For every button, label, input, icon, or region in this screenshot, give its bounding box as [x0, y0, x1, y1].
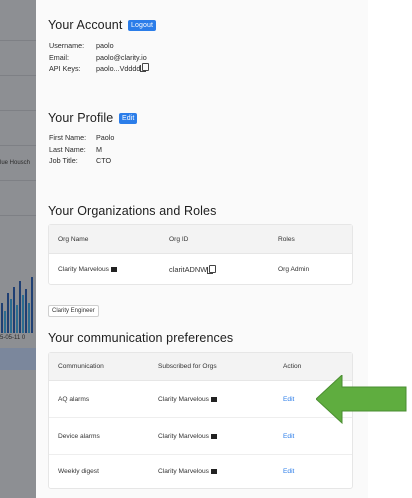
table-row: Weekly digest Clarity Marvelous Edit [49, 455, 352, 488]
green-arrow-icon [316, 375, 407, 425]
background-label: lue Housch [0, 160, 31, 166]
orgs-table: Org Name Org ID Roles Clarity Marvelous … [48, 224, 353, 285]
edit-weekly-digest-link[interactable]: Edit [274, 455, 352, 488]
flag-icon [210, 396, 217, 402]
orgs-title: Your Organizations and Roles [48, 204, 217, 218]
table-row: Device alarms Clarity Marvelous Edit [49, 418, 352, 455]
comm-title: Your communication preferences [48, 331, 234, 345]
flag-icon [210, 469, 217, 474]
profile-title: Your Profile Edit [48, 111, 138, 125]
role-badge: Clarity Engineer [48, 305, 99, 317]
table-row: Clarity Marvelous claritADNW Org Admin [58, 264, 310, 274]
copy-icon[interactable] [140, 63, 150, 72]
account-title: Your Account Logout [48, 18, 156, 32]
flag-icon [210, 433, 217, 439]
account-fields: Username: paolo Email: paolo@clarity.io AP… [49, 40, 150, 75]
profile-fields: First Name: Paolo Last Name: M Job Title: C… [49, 133, 115, 165]
background-app: lue Housch 5-05-11 0 [0, 0, 36, 498]
table-row: AQ alarms Clarity Marvelous Edit [49, 381, 352, 418]
logout-button[interactable]: Logout [127, 20, 156, 31]
edit-profile-button[interactable]: Edit [118, 113, 138, 124]
copy-icon[interactable] [207, 265, 217, 274]
flag-icon [110, 266, 117, 272]
comm-table: Communication Subscribed for Orgs Action… [48, 352, 353, 489]
background-date: 5-05-11 0 [0, 335, 26, 341]
